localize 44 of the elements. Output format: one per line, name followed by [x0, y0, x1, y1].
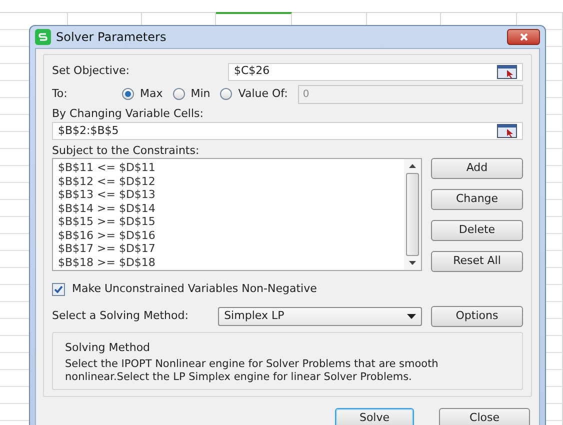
- window-title: Solver Parameters: [56, 29, 166, 46]
- constraint-item[interactable]: $B$13 <= $D$13: [58, 188, 404, 202]
- constraints-label: Subject to the Constraints:: [52, 144, 200, 158]
- constraint-item[interactable]: $B$11 <= $D$11: [58, 161, 404, 174]
- dialog-button[interactable]: Delete: [431, 220, 523, 241]
- constraint-item[interactable]: $B$15 >= $D$15: [58, 215, 404, 228]
- scroll-down-icon[interactable]: [409, 261, 416, 265]
- dialog-button[interactable]: Solve: [335, 408, 414, 425]
- checkbox-label: Make Unconstrained Variables Non-Negative: [72, 281, 317, 297]
- caret-icon: [407, 314, 416, 318]
- radio-label: Min: [190, 86, 210, 102]
- constraints-list[interactable]: $B$11 <= $D$11 $B$12 <= $D$12 $B$13 <= $D$13 $B$14 >= $D$14 $B$15 >= $D$15 $B$16 >= $D$16 $B$17 >= $D$17 $B$18 >= $D$18: [52, 158, 422, 271]
- method-label: Select a Solving Method:: [52, 308, 190, 324]
- app-logo-icon: [35, 29, 51, 45]
- constraint-item[interactable]: $B$18 >= $D$18: [58, 256, 404, 269]
- dialog-button[interactable]: Add: [431, 158, 523, 179]
- objective-field[interactable]: $C$26: [228, 62, 523, 80]
- constraint-item[interactable]: $B$17 >= $D$17: [58, 242, 404, 256]
- radio-label: Max: [140, 86, 163, 102]
- dialog-button[interactable]: Close: [439, 408, 530, 425]
- constraint-item[interactable]: $B$12 <= $D$12: [58, 174, 404, 188]
- method-dropdown[interactable]: Simplex LP: [218, 306, 422, 326]
- checkbox[interactable]: [52, 282, 65, 296]
- scroll-up-icon[interactable]: [409, 164, 416, 168]
- range-picker-icon[interactable]: [497, 64, 517, 78]
- radio-label: Value Of:: [238, 86, 288, 102]
- range-picker-icon[interactable]: [497, 124, 517, 138]
- description-text: Select the IPOPT Nonlinear engine for Solver Problems that are smooth nonlinear.Select the LP Simplex engine for linear Solver Problems.: [65, 358, 440, 384]
- dialog-button[interactable]: Reset All: [431, 251, 523, 272]
- variable-cells-label: By Changing Variable Cells:: [52, 106, 204, 122]
- dialog-button[interactable]: Options: [431, 306, 523, 326]
- dialog-button[interactable]: Change: [431, 189, 523, 210]
- variable-cells-field[interactable]: $B$2:$B$5: [52, 122, 523, 140]
- radio-button[interactable]: [122, 88, 134, 100]
- radio-button[interactable]: [172, 88, 185, 100]
- to-label: To:: [52, 86, 68, 102]
- close-button[interactable]: [507, 29, 540, 45]
- description-title: Solving Method: [65, 340, 152, 354]
- constraint-item[interactable]: $B$14 >= $D$14: [58, 202, 404, 215]
- constraint-item[interactable]: $B$16 >= $D$16: [58, 228, 404, 242]
- close-icon: [518, 33, 528, 41]
- radio-button[interactable]: [220, 88, 232, 100]
- objective-label: Set Objective:: [52, 63, 130, 80]
- scrollbar[interactable]: [404, 159, 421, 270]
